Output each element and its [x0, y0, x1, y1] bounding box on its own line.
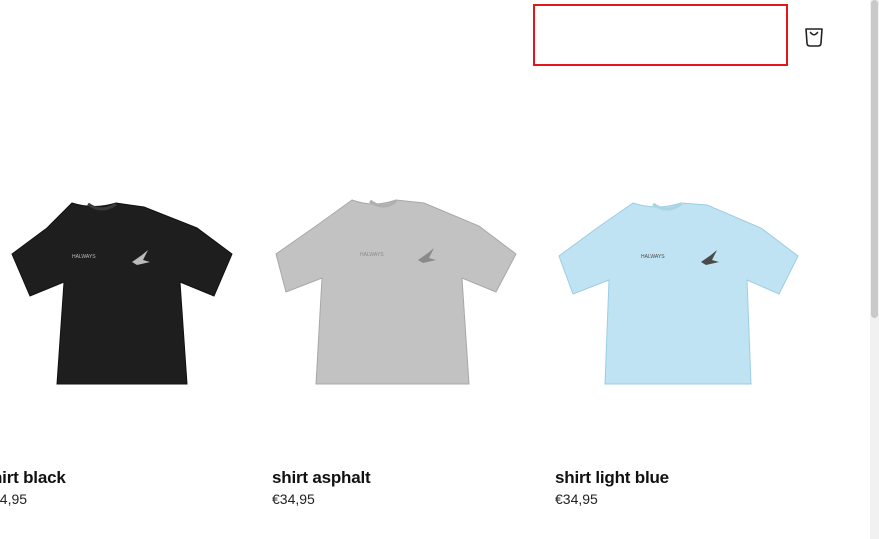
product-listing-page: HALWAYS hirt black 34,95 HALWAYS shirt a… [0, 0, 879, 539]
highlighted-region [533, 4, 788, 66]
scrollbar-thumb[interactable] [871, 0, 878, 318]
product-card-asphalt[interactable]: HALWAYS shirt asphalt €34,95 [272, 170, 534, 530]
svg-text:HALWAYS: HALWAYS [360, 252, 384, 258]
product-card-light-blue[interactable]: HALWAYS shirt light blue €34,95 [555, 170, 817, 530]
svg-text:HALWAYS: HALWAYS [72, 254, 96, 260]
scrollbar[interactable] [870, 0, 879, 539]
product-name[interactable]: hirt black [0, 468, 66, 488]
svg-text:HALWAYS: HALWAYS [641, 254, 665, 260]
product-name[interactable]: shirt asphalt [272, 468, 371, 488]
product-image[interactable]: HALWAYS [272, 170, 534, 410]
product-name[interactable]: shirt light blue [555, 468, 669, 488]
product-image[interactable]: HALWAYS [0, 170, 254, 410]
product-price: €34,95 [272, 491, 315, 507]
product-card-black[interactable]: HALWAYS hirt black 34,95 [0, 170, 254, 530]
product-image[interactable]: HALWAYS [555, 170, 817, 410]
product-price: €34,95 [555, 491, 598, 507]
product-price: 34,95 [0, 491, 28, 507]
shopping-bag-icon[interactable] [802, 24, 826, 48]
